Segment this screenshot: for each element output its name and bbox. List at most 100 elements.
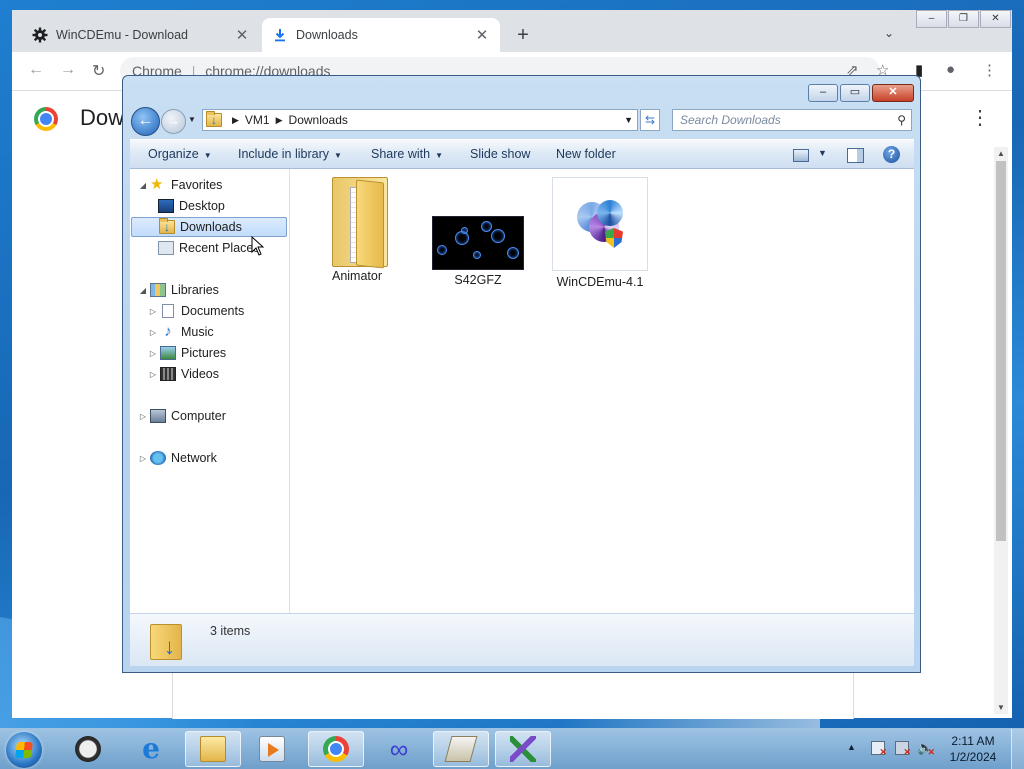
show-desktop-button[interactable] <box>1011 729 1024 769</box>
file-item-s42gfz[interactable]: S42GFZ <box>428 177 528 287</box>
documents-icon <box>162 304 174 318</box>
nav-downloads-label: Downloads <box>180 220 242 234</box>
minimize-button[interactable]: – <box>916 10 947 28</box>
download-icon <box>272 27 288 43</box>
breadcrumb-separator-icon[interactable]: ▶ <box>276 115 283 126</box>
view-options-dropdown[interactable]: ▼ <box>818 148 827 158</box>
tab-search-icon[interactable]: ⌄ <box>884 26 894 40</box>
taskbar-internet-explorer[interactable]: e <box>123 731 179 767</box>
taskbar-stack-app[interactable] <box>433 731 489 767</box>
file-item-wincdemu[interactable]: WinCDEmu-4.1 <box>550 177 650 289</box>
nav-documents[interactable]: ▷ Documents <box>148 301 244 321</box>
expand-arrow-icon[interactable]: ▷ <box>148 328 158 337</box>
nav-favorites[interactable]: ◢ ★ Favorites <box>138 175 222 195</box>
expand-arrow-icon[interactable]: ▷ <box>148 349 158 358</box>
forward-arrow-icon: → <box>167 113 180 128</box>
minimize-button[interactable]: – <box>808 84 838 102</box>
slide-show-button[interactable]: Slide show <box>470 147 530 161</box>
nav-recent-places[interactable]: Recent Places <box>156 238 260 258</box>
close-tab-icon[interactable]: ✕ <box>474 26 490 44</box>
nav-recent-places-label: Recent Places <box>179 241 260 255</box>
taskbar-windows-explorer[interactable] <box>185 731 241 767</box>
taskbar-clock-app[interactable] <box>60 731 116 767</box>
pictures-icon <box>160 346 176 360</box>
downloads-folder-icon: ↓ <box>150 620 186 660</box>
start-button[interactable] <box>6 732 42 768</box>
action-center-icon[interactable] <box>871 741 887 758</box>
network-status-icon[interactable] <box>895 741 911 758</box>
tab-wincdemu-download[interactable]: WinCDEmu - Download ✕ <box>22 18 260 52</box>
address-dropdown-icon[interactable]: ▼ <box>624 115 633 125</box>
recent-places-icon <box>158 241 174 255</box>
include-in-library-menu[interactable]: Include in library ▼ <box>238 147 342 161</box>
volume-icon[interactable]: 🔈 <box>917 741 935 760</box>
breadcrumb-vm1[interactable]: VM1 <box>245 113 270 127</box>
search-icon[interactable]: ⚲ <box>897 110 906 130</box>
scroll-down-icon[interactable]: ▼ <box>997 703 1005 712</box>
desktop-icon <box>158 199 174 213</box>
expand-arrow-icon[interactable]: ▷ <box>148 307 158 316</box>
maximize-button[interactable]: ▭ <box>840 84 870 102</box>
change-view-icon[interactable] <box>793 149 809 162</box>
close-tab-icon[interactable]: ✕ <box>234 26 250 44</box>
navigation-pane: ◢ ★ Favorites Desktop Downloads Recent P… <box>130 169 290 613</box>
preview-pane-icon[interactable] <box>847 148 864 163</box>
organize-menu[interactable]: Organize ▼ <box>148 147 212 161</box>
show-hidden-icons-button[interactable]: ▲ <box>847 742 856 752</box>
profile-avatar-icon[interactable]: ● <box>946 61 955 78</box>
share-with-menu[interactable]: Share with ▼ <box>371 147 443 161</box>
expand-arrow-icon[interactable]: ▷ <box>138 412 148 421</box>
stack-icon <box>444 736 478 762</box>
search-input[interactable]: Search Downloads ⚲ <box>672 109 912 131</box>
breadcrumb-separator-icon[interactable]: ▶ <box>232 115 239 126</box>
nav-network[interactable]: ▷ Network <box>138 448 217 468</box>
chrome-menu-icon[interactable]: ⋮ <box>982 61 997 79</box>
refresh-icon: ⇆ <box>644 113 656 127</box>
expand-arrow-icon[interactable]: ▷ <box>138 454 148 463</box>
help-icon[interactable]: ? <box>883 146 900 163</box>
page-scrollbar[interactable]: ▲ ▼ <box>994 147 1008 714</box>
nav-pictures[interactable]: ▷ Pictures <box>148 343 226 363</box>
nav-computer[interactable]: ▷ Computer <box>138 406 226 426</box>
scroll-up-icon[interactable]: ▲ <box>997 149 1005 158</box>
maximize-button[interactable]: ❐ <box>948 10 979 28</box>
nav-music[interactable]: ▷ ♪ Music <box>148 322 214 342</box>
internet-explorer-icon: e <box>142 732 160 765</box>
taskbar-media-player[interactable] <box>244 731 300 767</box>
taskbar-tool-app[interactable] <box>495 731 551 767</box>
breadcrumb-downloads[interactable]: Downloads <box>289 113 348 127</box>
forward-button[interactable]: → <box>161 109 186 134</box>
tab-downloads[interactable]: Downloads ✕ <box>262 18 500 52</box>
address-bar[interactable]: ▶ VM1 ▶ Downloads ▼ <box>202 109 638 131</box>
chevron-down-icon: ▼ <box>334 151 342 160</box>
back-button[interactable]: ← <box>131 107 160 136</box>
nav-downloads[interactable]: Downloads <box>131 217 287 237</box>
downloads-folder-icon <box>206 111 222 127</box>
nav-documents-label: Documents <box>181 304 245 318</box>
close-button[interactable]: ✕ <box>980 10 1011 28</box>
taskbar-infinity-app[interactable]: ∞ <box>371 731 427 767</box>
refresh-button[interactable]: ⇆ <box>640 109 660 131</box>
nav-libraries[interactable]: ◢ Libraries <box>138 280 219 300</box>
system-clock[interactable]: 2:11 AM 1/2/2024 <box>943 733 1003 765</box>
close-button[interactable]: ✕ <box>872 84 914 102</box>
forward-arrow-icon[interactable]: → <box>60 61 76 79</box>
expand-arrow-icon[interactable]: ▷ <box>148 370 158 379</box>
file-item-animator[interactable]: Animator <box>307 177 407 283</box>
scroll-thumb[interactable] <box>996 161 1006 541</box>
media-player-icon <box>259 736 285 762</box>
new-tab-button[interactable]: + <box>512 24 534 46</box>
collapse-arrow-icon[interactable]: ◢ <box>138 181 148 190</box>
back-arrow-icon[interactable]: ← <box>28 61 44 79</box>
clock-date: 1/2/2024 <box>949 750 997 764</box>
nav-videos[interactable]: ▷ Videos <box>148 364 219 384</box>
taskbar-chrome[interactable] <box>308 731 364 767</box>
details-pane: ↓ 3 items <box>130 613 914 666</box>
reload-icon[interactable]: ↻ <box>92 61 105 81</box>
new-folder-button[interactable]: New folder <box>556 147 616 161</box>
command-bar: Organize ▼ Include in library ▼ Share with… <box>130 139 914 169</box>
nav-desktop[interactable]: Desktop <box>156 196 225 216</box>
recent-pages-dropdown[interactable]: ▼ <box>188 115 196 124</box>
collapse-arrow-icon[interactable]: ◢ <box>138 286 148 295</box>
page-menu-button[interactable]: ⋮ <box>970 105 990 130</box>
